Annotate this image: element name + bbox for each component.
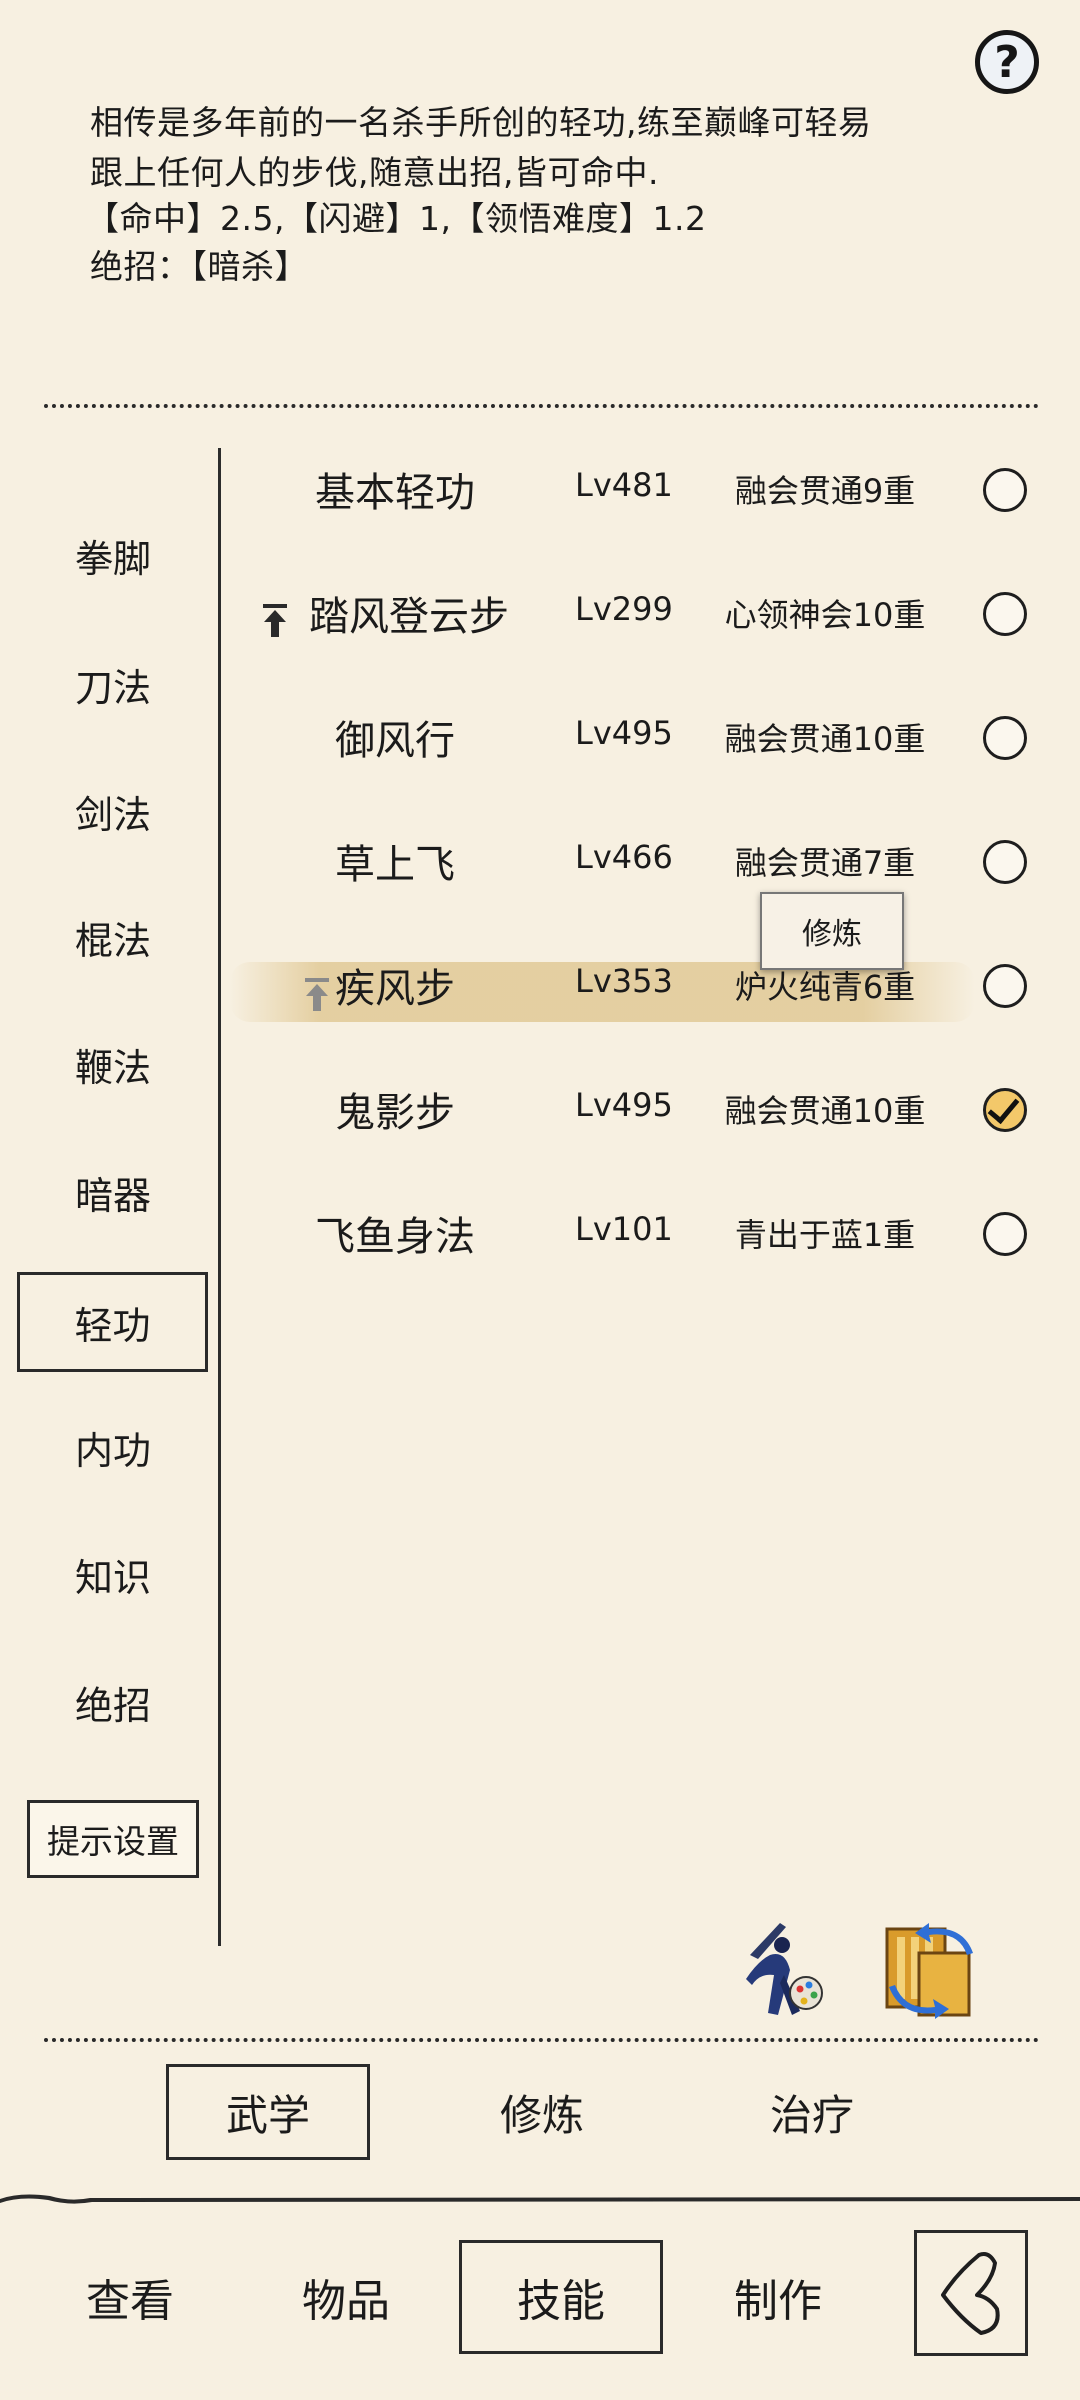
skill-name: 鬼影步	[335, 1090, 455, 1136]
skill-name: 疾风步	[335, 966, 455, 1012]
book-swap-icon[interactable]	[875, 1915, 973, 2025]
nav-craft[interactable]: 制作	[708, 2240, 848, 2354]
category-divider	[218, 448, 221, 1946]
category-juezhao[interactable]: 绝招	[18, 1654, 208, 1750]
skill-rank: 融会贯通9重	[734, 472, 916, 510]
description-line-2: 跟上任何人的步伐,随意出招,皆可命中.	[90, 153, 659, 192]
question-mark-icon: ?	[994, 36, 1020, 88]
skill-rank: 心领神会10重	[724, 596, 926, 634]
skill-radio[interactable]	[983, 840, 1027, 884]
back-arrow-icon	[941, 2252, 1000, 2335]
skill-rank: 融会贯通10重	[724, 720, 926, 758]
help-button[interactable]: ?	[975, 30, 1039, 94]
skill-row-selected[interactable]: 疾风步 Lv353 炉火纯青6重	[240, 926, 1040, 1050]
skill-rank: 融会贯通10重	[724, 1092, 926, 1130]
top-divider	[44, 404, 1039, 408]
skill-level: Lv353	[575, 962, 673, 1000]
skill-radio[interactable]	[983, 1212, 1027, 1256]
tab-wuxue[interactable]: 武学	[166, 2064, 370, 2160]
tip-settings-button[interactable]: 提示设置	[27, 1800, 199, 1878]
skill-level: Lv466	[575, 838, 673, 876]
nav-view[interactable]: 查看	[60, 2240, 200, 2354]
category-gunfa[interactable]: 棍法	[18, 889, 208, 985]
skill-rank: 融会贯通7重	[734, 844, 916, 882]
skill-row[interactable]: 基本轻功 Lv481 融会贯通9重	[240, 430, 1040, 554]
tab-xiulian[interactable]: 修炼	[440, 2064, 644, 2160]
skill-name: 御风行	[335, 718, 455, 764]
skill-radio[interactable]	[983, 716, 1027, 760]
category-daofa[interactable]: 刀法	[18, 636, 208, 732]
description-stats: 【命中】2.5,【闪避】1,【领悟难度】1.2	[86, 199, 707, 238]
skill-row[interactable]: 御风行 Lv495 融会贯通10重	[240, 678, 1040, 802]
swordsman-palette-icon[interactable]	[740, 1915, 830, 2025]
train-popup-button[interactable]: 修炼	[760, 892, 904, 970]
skill-name: 飞鱼身法	[315, 1214, 475, 1260]
skill-level: Lv101	[575, 1210, 673, 1248]
skill-name: 草上飞	[335, 842, 455, 888]
skill-name: 基本轻功	[315, 470, 475, 516]
brush-stroke-divider	[0, 2194, 1080, 2204]
nav-skills[interactable]: 技能	[459, 2240, 663, 2354]
skill-name: 踏风登云步	[309, 594, 509, 640]
category-bianfa[interactable]: 鞭法	[18, 1016, 208, 1112]
back-button[interactable]	[914, 2230, 1028, 2356]
bottom-divider	[44, 2038, 1039, 2042]
skill-row[interactable]: 踏风登云步 Lv299 心领神会10重	[240, 554, 1040, 678]
skill-level: Lv495	[575, 1086, 673, 1124]
skill-level: Lv495	[575, 714, 673, 752]
description-ultimate: 绝招：【暗杀】	[90, 247, 308, 286]
description-line-1: 相传是多年前的一名杀手所创的轻功,练至巅峰可轻易	[90, 103, 872, 142]
skill-rank: 青出于蓝1重	[734, 1216, 916, 1254]
skill-radio[interactable]	[983, 592, 1027, 636]
skill-radio-checked[interactable]	[983, 1088, 1027, 1132]
category-zhishi[interactable]: 知识	[18, 1526, 208, 1622]
nav-items[interactable]: 物品	[276, 2240, 416, 2354]
category-neigong[interactable]: 内功	[18, 1399, 208, 1495]
category-anqi[interactable]: 暗器	[18, 1144, 208, 1240]
tab-zhiliao[interactable]: 治疗	[710, 2064, 914, 2160]
skill-row[interactable]: 草上飞 Lv466 融会贯通7重	[240, 802, 1040, 926]
category-jianfa[interactable]: 剑法	[18, 763, 208, 859]
skill-radio[interactable]	[983, 964, 1027, 1008]
category-quanjiao[interactable]: 拳脚	[18, 507, 208, 603]
skill-row[interactable]: 飞鱼身法 Lv101 青出于蓝1重	[240, 1174, 1040, 1298]
category-qinggong[interactable]: 轻功	[17, 1272, 208, 1372]
skill-row[interactable]: 鬼影步 Lv495 融会贯通10重	[240, 1050, 1040, 1174]
skill-level: Lv299	[575, 590, 673, 628]
skill-level: Lv481	[575, 466, 673, 504]
skill-radio[interactable]	[983, 468, 1027, 512]
